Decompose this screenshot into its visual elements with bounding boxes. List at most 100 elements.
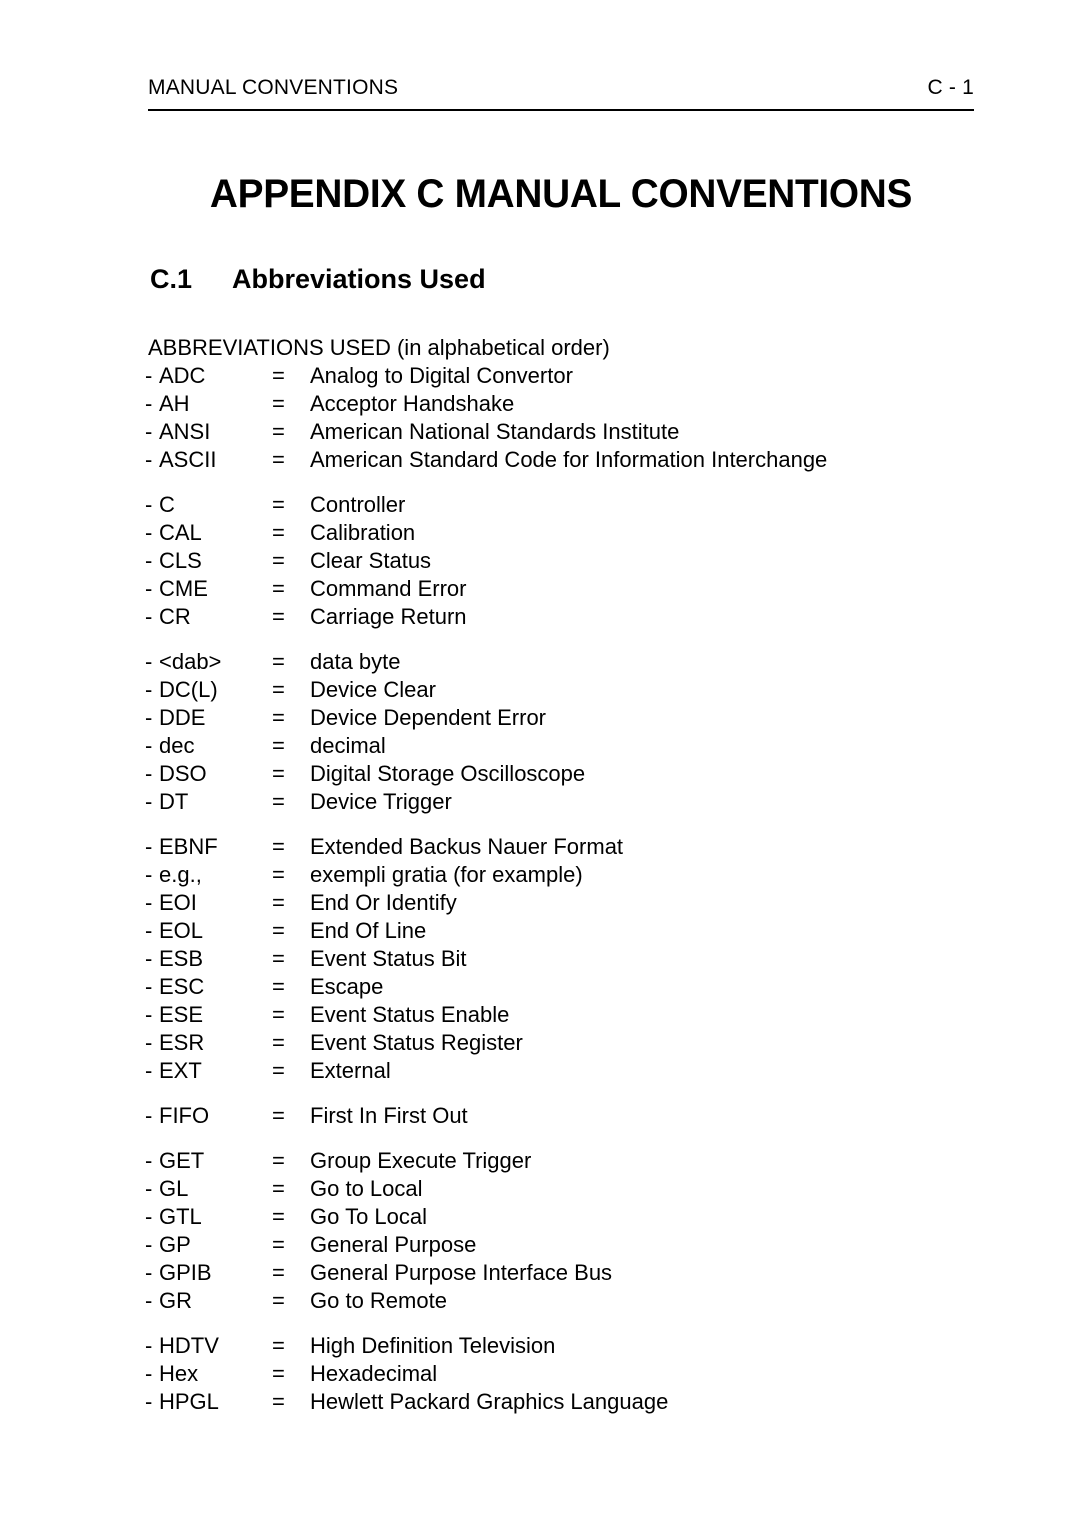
list-bullet: - [145,1176,153,1201]
list-bullet: - [145,1058,153,1083]
list-bullet: - [145,789,153,814]
abbreviation-definition: Event Status Enable [310,1002,510,1027]
list-bullet: - [145,677,153,702]
list-bullet: - [145,1232,153,1257]
abbreviation-definition: First In First Out [310,1103,468,1128]
list-bullet: - [145,705,153,730]
list-bullet: - [145,604,153,629]
abbreviation-group: - EBNF = Extended Backus Nauer Format - e.g.,… [0,834,1080,1086]
list-bullet: - [145,1333,153,1358]
equals-sign: = [272,363,285,388]
abbreviation-definition: Device Clear [310,677,436,702]
section-heading: C.1 Abbreviations Used [150,264,486,295]
list-bullet: - [145,391,153,416]
abbreviation-term: GR [159,1288,192,1313]
equals-sign: = [272,548,285,573]
list-bullet: - [145,890,153,915]
abbreviation-definition: Go to Local [310,1176,423,1201]
abbreviation-term: GET [159,1148,205,1173]
abbreviation-row: - dec = decimal [0,733,1080,761]
abbreviation-row: - GPIB = General Purpose Interface Bus [0,1260,1080,1288]
abbreviation-group: - HDTV = High Definition Television - Hex = Hex… [0,1333,1080,1417]
equals-sign: = [272,1232,285,1257]
equals-sign: = [272,890,285,915]
list-bullet: - [145,363,153,388]
abbreviation-group: - GET = Group Execute Trigger - GL = Go to Loca… [0,1148,1080,1316]
abbreviation-row: - DC(L) = Device Clear [0,677,1080,705]
abbreviation-term: ESC [159,974,205,999]
equals-sign: = [272,1389,285,1414]
abbreviation-term: DC(L) [159,677,218,702]
abbreviation-definition: data byte [310,649,401,674]
abbreviation-row: - EOL = End Of Line [0,918,1080,946]
abbreviation-row: - ASCII = American Standard Code for Inform… [0,447,1080,475]
equals-sign: = [272,1148,285,1173]
abbreviation-row: - GL = Go to Local [0,1176,1080,1204]
abbreviation-row: - CLS = Clear Status [0,548,1080,576]
equals-sign: = [272,1288,285,1313]
abbreviation-term: EXT [159,1058,202,1083]
abbreviation-group: - <dab> = data byte - DC(L) = Device Clear - DDE =… [0,649,1080,817]
abbreviation-definition: American National Standards Institute [310,419,680,444]
abbreviation-definition: Calibration [310,520,416,545]
list-bullet: - [145,862,153,887]
list-bullet: - [145,1030,153,1055]
abbreviation-row: - ESR = Event Status Register [0,1030,1080,1058]
equals-sign: = [272,1002,285,1027]
list-bullet: - [145,1148,153,1173]
abbreviation-row: - Hex = Hexadecimal [0,1361,1080,1389]
equals-sign: = [272,1058,285,1083]
abbreviations-list: - ADC = Analog to Digital Convertor - AH = Acce… [0,363,1080,1417]
document-page: MANUAL CONVENTIONS C - 1 APPENDIX C MANU… [0,0,1080,1529]
abbreviation-definition: High Definition Television [310,1333,556,1358]
page-title: APPENDIX C MANUAL CONVENTIONS [209,171,913,216]
abbreviation-term: DDE [159,705,206,730]
abbreviation-row: - GR = Go to Remote [0,1288,1080,1316]
list-bullet: - [145,834,153,859]
abbreviation-term: CR [159,604,191,629]
abbreviation-row: - ESE = Event Status Enable [0,1002,1080,1030]
abbreviation-term: CME [159,576,208,601]
equals-sign: = [272,705,285,730]
abbreviation-term: DT [159,789,189,814]
abbreviation-term: ASCII [159,447,217,472]
list-bullet: - [145,548,153,573]
abbreviation-definition: decimal [310,733,386,758]
abbreviation-row: - AH = Acceptor Handshake [0,391,1080,419]
abbreviation-row: - FIFO = First In First Out [0,1103,1080,1131]
list-bullet: - [145,576,153,601]
abbreviation-definition: Device Dependent Error [310,705,547,730]
abbreviation-term: e.g., [159,862,202,887]
equals-sign: = [272,1103,285,1128]
equals-sign: = [272,862,285,887]
abbreviation-definition: Escape [310,974,384,999]
abbreviation-term: ESB [159,946,204,971]
list-bullet: - [145,1288,153,1313]
abbreviation-term: GP [159,1232,191,1257]
abbreviation-term: CAL [159,520,202,545]
list-bullet: - [145,649,153,674]
abbreviation-definition: Go to Remote [310,1288,447,1313]
abbreviation-row: - CME = Command Error [0,576,1080,604]
abbreviation-row: - EXT = External [0,1058,1080,1086]
equals-sign: = [272,576,285,601]
abbreviation-definition: Event Status Register [310,1030,523,1055]
abbreviation-term: EOL [159,918,204,943]
list-bullet: - [145,946,153,971]
abbreviation-definition: End Of Line [310,918,427,943]
abbreviation-row: - C = Controller [0,492,1080,520]
abbreviation-group: - FIFO = First In First Out [0,1103,1080,1131]
abbreviation-row: - e.g., = exempli gratia (for example) [0,862,1080,890]
abbreviation-definition: exempli gratia (for example) [310,862,583,887]
abbreviation-term: <dab> [159,649,222,674]
running-header: MANUAL CONVENTIONS C - 1 [148,76,974,100]
abbreviation-row: - GTL = Go To Local [0,1204,1080,1232]
page-number: C - 1 [927,76,974,99]
abbreviation-term: EBNF [159,834,218,859]
equals-sign: = [272,520,285,545]
list-bullet: - [145,1260,153,1285]
list-bullet: - [145,1389,153,1414]
abbreviation-definition: General Purpose Interface Bus [310,1260,613,1285]
header-rule [148,109,974,111]
abbreviation-row: - ANSI = American National Standards Instit… [0,419,1080,447]
